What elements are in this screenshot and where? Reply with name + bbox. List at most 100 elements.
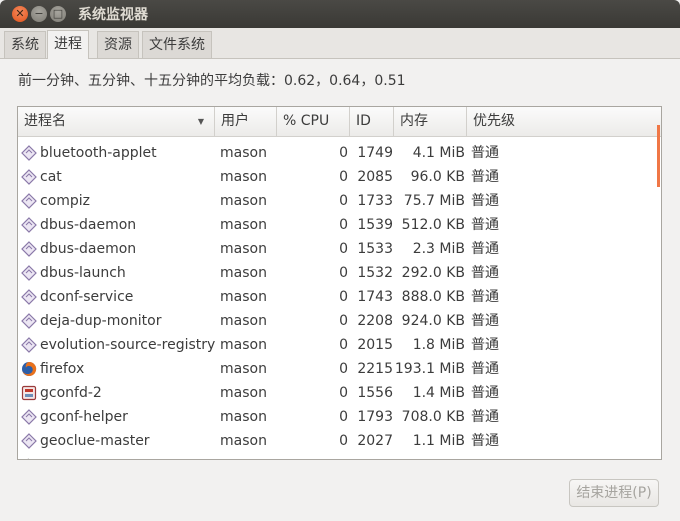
process-name: geoclue-master <box>40 433 150 449</box>
tab-resources[interactable]: 资源 <box>97 31 139 58</box>
process-user: mason <box>220 241 267 257</box>
gconf-icon <box>21 385 37 401</box>
column-header-cpu[interactable]: % CPU <box>277 107 350 136</box>
process-priority: 普通 <box>471 241 499 257</box>
tab-system[interactable]: 系统 <box>4 31 46 58</box>
table-row[interactable]: evolution-source-registry mason 0 2015 1.8 M… <box>18 333 661 357</box>
table-row[interactable]: gconf-helper mason 0 1793 708.0 KB 普通 <box>18 405 661 429</box>
table-row[interactable]: firefox mason 0 2215 193.1 MiB 普通 <box>18 357 661 381</box>
process-memory: 1.4 MiB <box>412 385 465 401</box>
process-id: 1533 <box>357 241 393 257</box>
diamond-icon <box>21 337 37 353</box>
process-memory: 708.0 KB <box>401 409 465 425</box>
diamond-icon <box>21 217 37 233</box>
process-memory: 512.0 KB <box>401 217 465 233</box>
process-memory: 4.1 MiB <box>412 145 465 161</box>
process-list[interactable]: 进程名 ▼ 用户 % CPU ID 内存 优先级 bluetooth-apple… <box>17 106 662 460</box>
column-header-memory[interactable]: 内存 <box>394 107 467 136</box>
process-priority: 普通 <box>471 337 499 353</box>
process-name: gconfd-2 <box>40 385 102 401</box>
process-cpu: 0 <box>339 145 348 161</box>
process-cpu: 0 <box>339 313 348 329</box>
column-header-id[interactable]: ID <box>350 107 394 136</box>
process-cpu: 0 <box>339 433 348 449</box>
table-row[interactable]: dbus-daemon mason 0 1539 512.0 KB 普通 <box>18 213 661 237</box>
process-priority: 普通 <box>471 265 499 281</box>
process-id: 2215 <box>357 361 393 377</box>
process-priority: 普通 <box>471 433 499 449</box>
process-id: 1539 <box>357 217 393 233</box>
column-header-name-label: 进程名 <box>24 113 66 129</box>
column-header-row: 进程名 ▼ 用户 % CPU ID 内存 优先级 <box>18 107 661 137</box>
firefox-icon <box>21 361 37 377</box>
diamond-icon <box>21 193 37 209</box>
table-row[interactable]: bluetooth-applet mason 0 1749 4.1 MiB 普通 <box>18 141 661 165</box>
process-id: 2015 <box>357 337 393 353</box>
diamond-icon <box>21 409 37 425</box>
process-id: 2027 <box>357 433 393 449</box>
process-cpu: 0 <box>339 289 348 305</box>
diamond-icon <box>21 145 37 161</box>
process-cpu: 0 <box>339 241 348 257</box>
table-row[interactable]: deja-dup-monitor mason 0 2208 924.0 KB 普通 <box>18 309 661 333</box>
process-memory: 1.8 MiB <box>412 337 465 353</box>
process-name: dbus-launch <box>40 265 126 281</box>
column-header-priority[interactable]: 优先级 <box>467 107 661 136</box>
process-cpu: 0 <box>339 361 348 377</box>
process-name: dconf-service <box>40 289 134 305</box>
process-name: compiz <box>40 193 91 209</box>
process-user: mason <box>220 169 267 185</box>
process-priority: 普通 <box>471 145 499 161</box>
diamond-icon <box>21 313 37 329</box>
tab-bar: 系统 进程 资源 文件系统 <box>0 28 680 59</box>
window-title: 系统监视器 <box>78 7 148 23</box>
table-row[interactable]: gconfd-2 mason 0 1556 1.4 MiB 普通 <box>18 381 661 405</box>
process-memory: 292.0 KB <box>401 265 465 281</box>
process-memory: 193.1 MiB <box>394 361 465 377</box>
process-memory: 96.0 KB <box>410 169 465 185</box>
process-priority: 普通 <box>471 313 499 329</box>
process-name: dbus-daemon <box>40 217 137 233</box>
table-row[interactable]: geoclue-master mason 0 2027 1.1 MiB 普通 <box>18 429 661 453</box>
diamond-icon <box>21 169 37 185</box>
diamond-icon <box>21 265 37 281</box>
table-row[interactable]: compiz mason 0 1733 75.7 MiB 普通 <box>18 189 661 213</box>
process-user: mason <box>220 337 267 353</box>
process-priority: 普通 <box>471 169 499 185</box>
table-row[interactable]: dbus-launch mason 0 1532 292.0 KB 普通 <box>18 261 661 285</box>
process-cpu: 0 <box>339 265 348 281</box>
process-memory: 75.7 MiB <box>403 193 465 209</box>
scrollbar-indicator[interactable] <box>657 125 660 187</box>
column-header-user[interactable]: 用户 <box>215 107 277 136</box>
sort-down-icon: ▼ <box>197 117 204 126</box>
process-id: 1532 <box>357 265 393 281</box>
partial-row-edge: · <box>27 455 30 460</box>
tab-processes[interactable]: 进程 <box>47 30 89 59</box>
process-user: mason <box>220 385 267 401</box>
process-id: 1743 <box>357 289 393 305</box>
process-name: deja-dup-monitor <box>40 313 162 329</box>
process-priority: 普通 <box>471 193 499 209</box>
process-user: mason <box>220 217 267 233</box>
process-name: cat <box>40 169 62 185</box>
process-id: 1749 <box>357 145 393 161</box>
tab-file-systems[interactable]: 文件系统 <box>142 31 212 58</box>
process-id: 1556 <box>357 385 393 401</box>
process-cpu: 0 <box>339 409 348 425</box>
table-row[interactable]: cat mason 0 2085 96.0 KB 普通 <box>18 165 661 189</box>
process-memory: 924.0 KB <box>401 313 465 329</box>
table-row[interactable]: dbus-daemon mason 0 1533 2.3 MiB 普通 <box>18 237 661 261</box>
process-id: 2208 <box>357 313 393 329</box>
close-icon[interactable]: ✕ <box>12 6 28 22</box>
column-header-name[interactable]: 进程名 ▼ <box>18 107 215 136</box>
maximize-icon[interactable]: □ <box>50 6 66 22</box>
minimize-icon[interactable]: − <box>31 6 47 22</box>
table-row[interactable]: dconf-service mason 0 1743 888.0 KB 普通 <box>18 285 661 309</box>
process-user: mason <box>220 433 267 449</box>
process-memory: 1.1 MiB <box>412 433 465 449</box>
process-cpu: 0 <box>339 193 348 209</box>
process-cpu: 0 <box>339 385 348 401</box>
process-cpu: 0 <box>339 337 348 353</box>
end-process-button[interactable]: 结束进程(P) <box>569 479 659 507</box>
process-priority: 普通 <box>471 217 499 233</box>
